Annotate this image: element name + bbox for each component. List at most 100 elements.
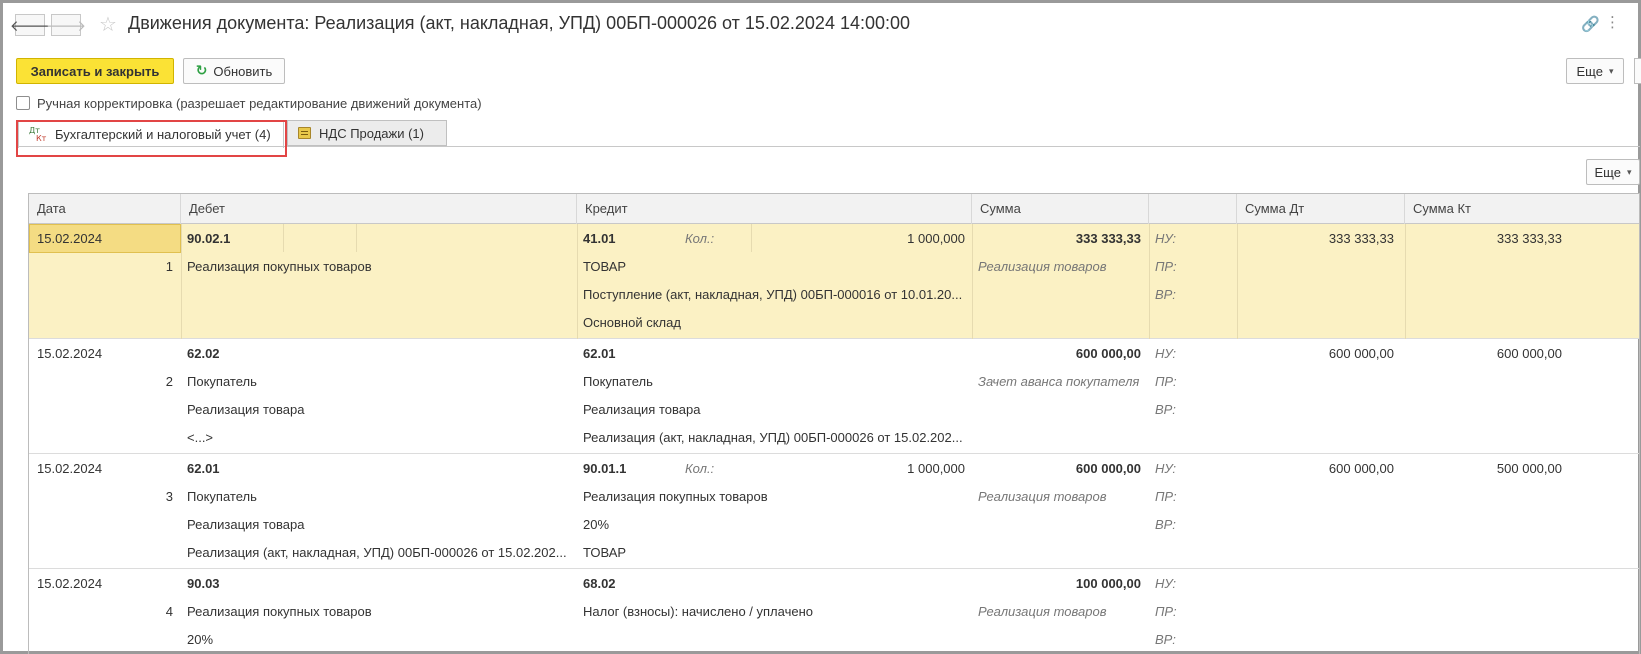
favorite-star-icon[interactable]: ☆ (99, 12, 117, 36)
debit-account: 62.02 (187, 346, 220, 361)
credit-subconto: Налог (взносы): начислено / уплачено (583, 604, 813, 619)
column-divider (1237, 224, 1238, 339)
tab-accounting[interactable]: Дт Кт Бухгалтерский и налоговый учет (4) (18, 120, 284, 148)
table-row[interactable]: 15.02.2024 3 62.01 Покупатель Реализация тов… (29, 454, 1639, 569)
column-divider (577, 224, 578, 339)
debit-subconto: <...> (187, 430, 214, 445)
debit-subconto: Реализация товара (187, 402, 305, 417)
credit-quantity (751, 339, 965, 368)
content-cell: Реализация товаров (978, 489, 1107, 504)
arrow-left-icon: 🡐 (9, 16, 51, 35)
debit-subconto: Реализация покупных товаров (187, 259, 372, 274)
register-icon (298, 127, 311, 139)
credit-subconto (583, 625, 965, 654)
date-cell: 15.02.2024 (37, 576, 103, 591)
content-cell: Реализация товаров (978, 259, 1107, 274)
table-row[interactable]: 15.02.2024 2 62.02 Покупатель Реализация тов… (29, 339, 1639, 454)
content-cell: Реализация товаров (978, 604, 1107, 619)
credit-quantity-label: Кол.: (685, 231, 715, 246)
debit-subconto: Покупатель (187, 374, 257, 389)
refresh-icon: ↻ (195, 63, 208, 79)
table-more-button[interactable]: Еще ▾ (1586, 159, 1640, 185)
sum-dt-cell: 600 000,00 (1328, 346, 1394, 361)
title-bar: 🡐 🡒 ☆ Движения документа: Реализация (ак… (10, 11, 1628, 37)
credit-subconto: Поступление (акт, накладная, УПД) 00БП-0… (583, 287, 963, 302)
credit-quantity-label: Кол.: (685, 461, 715, 476)
debit-subconto: Реализация покупных товаров (187, 604, 372, 619)
column-divider (181, 224, 182, 339)
more-vertical-icon[interactable]: ⋮ (1605, 13, 1620, 31)
tax-kind-label: ПР: (1155, 259, 1177, 274)
column-header-kind[interactable] (1149, 194, 1237, 224)
forward-button[interactable]: 🡒 (46, 14, 86, 36)
debit-subconto: Покупатель (187, 489, 257, 504)
column-header-sum-dt[interactable]: Сумма Дт (1237, 194, 1405, 224)
tax-kind-label: ПР: (1155, 489, 1177, 504)
credit-quantity (751, 569, 965, 598)
column-header-sum-kt[interactable]: Сумма Кт (1405, 194, 1639, 224)
credit-quantity-label (685, 569, 745, 598)
column-header-debit[interactable]: Дебет (181, 194, 577, 224)
table-header: Дата Дебет Кредит Сумма Сумма Дт Сумма К… (29, 194, 1639, 224)
more-label: Еще (1576, 63, 1603, 79)
document-movements-window: 🡐 🡒 ☆ Движения документа: Реализация (ак… (0, 0, 1641, 654)
date-cell: 15.02.2024 (37, 346, 103, 361)
back-button[interactable]: 🡐 (10, 14, 50, 36)
content-cell: Зачет аванса покупателя (978, 374, 1140, 389)
arrow-right-icon: 🡒 (45, 16, 87, 35)
movements-table: Дата Дебет Кредит Сумма Сумма Дт Сумма К… (28, 193, 1640, 654)
tax-kind-label: ВР: (1155, 517, 1176, 532)
row-number: 3 (165, 489, 173, 504)
manual-edit-checkbox[interactable] (16, 96, 30, 110)
debit-subconto: Реализация (акт, накладная, УПД) 00БП-00… (187, 545, 567, 560)
caret-down-icon: ▾ (1608, 65, 1614, 76)
sum-dt-cell (1239, 569, 1394, 598)
date-cell: 15.02.2024 (37, 231, 103, 246)
column-header-date[interactable]: Дата (29, 194, 181, 224)
row-number: 4 (165, 604, 173, 619)
table-row[interactable]: 15.02.2024 1 90.02.1 Реализация покупных то… (29, 224, 1639, 339)
tab-accounting-label: Бухгалтерский и налоговый учет (4) (55, 127, 271, 142)
credit-subconto: Покупатель (583, 374, 653, 389)
column-header-credit[interactable]: Кредит (577, 194, 972, 224)
link-icon[interactable]: 🔗 (1581, 15, 1600, 33)
column-divider (1405, 224, 1406, 339)
window-title: Движения документа: Реализация (акт, нак… (128, 13, 911, 33)
column-divider (1149, 224, 1150, 339)
caret-down-icon: ▾ (1626, 166, 1632, 177)
tab-vat-sales[interactable]: НДС Продажи (1) (287, 120, 447, 146)
credit-account: 90.01.1 (583, 461, 627, 476)
debit-subconto (187, 308, 572, 337)
debit-credit-icon: Дт Кт (29, 125, 47, 143)
table-row[interactable]: 15.02.2024 4 90.03 Реализация покупных това… (29, 569, 1639, 654)
credit-subconto: Реализация (акт, накладная, УПД) 00БП-00… (583, 430, 963, 445)
refresh-button[interactable]: ↻ Обновить (183, 58, 285, 84)
tax-kind-label: ПР: (1155, 604, 1177, 619)
refresh-label: Обновить (213, 63, 273, 79)
column-divider (972, 224, 973, 339)
credit-subconto: ТОВАР (583, 259, 627, 274)
tab-vat-sales-label: НДС Продажи (1) (319, 125, 424, 141)
debit-account: 62.01 (187, 461, 220, 476)
tax-kind-label: ВР: (1155, 287, 1176, 302)
amount-cell: 100 000,00 (1075, 576, 1141, 591)
row-number: 1 (165, 259, 173, 274)
credit-account: 41.01 (583, 231, 616, 246)
debit-subconto (187, 280, 572, 309)
manual-edit-checkbox-row[interactable]: Ручная корректировка (разрешает редактир… (16, 94, 482, 112)
credit-quantity-label (685, 339, 745, 368)
credit-subconto: Реализация покупных товаров (583, 489, 768, 504)
more-button[interactable]: Еще ▾ (1566, 58, 1624, 84)
sum-dt-cell: 600 000,00 (1328, 461, 1394, 476)
tax-kind-label: НУ: (1155, 461, 1177, 476)
debit-account: 90.02.1 (187, 231, 231, 246)
tab-divider (18, 146, 1640, 147)
extra-command-button[interactable] (1634, 58, 1641, 84)
save-and-close-button[interactable]: Записать и закрыть (16, 58, 174, 84)
credit-subconto: Основной склад (583, 315, 681, 330)
column-header-amount[interactable]: Сумма (972, 194, 1149, 224)
credit-subconto: 20% (583, 517, 610, 532)
table-more-label: Еще (1594, 164, 1621, 180)
credit-quantity: 1 000,000 (907, 231, 965, 246)
tax-kind-label: НУ: (1155, 346, 1177, 361)
